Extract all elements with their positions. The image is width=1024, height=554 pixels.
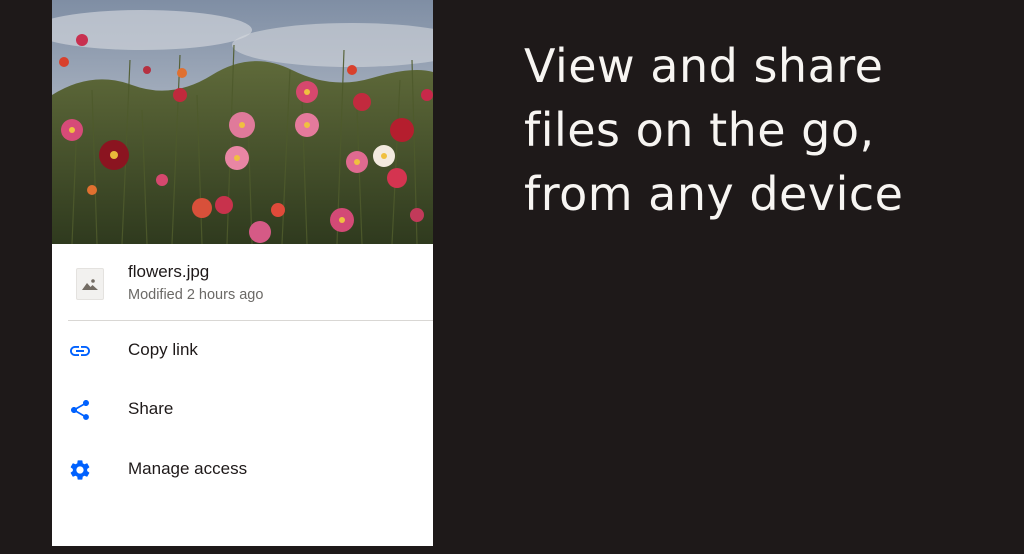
headline-line-2: files on the go, (524, 103, 875, 157)
gear-icon (70, 460, 90, 480)
manage-access-button[interactable]: Manage access (52, 442, 433, 498)
flowers-photo (52, 0, 433, 244)
file-modified: Modified 2 hours ago (128, 287, 264, 303)
share-button[interactable]: Share (52, 382, 433, 438)
file-actions-card: flowers.jpg Modified 2 hours ago Copy li… (52, 0, 433, 546)
file-name: flowers.jpg (128, 262, 210, 281)
divider (68, 320, 433, 321)
link-icon (70, 346, 90, 356)
copy-link-label: Copy link (128, 340, 198, 359)
share-icon (71, 400, 89, 420)
manage-access-label: Manage access (128, 459, 248, 478)
file-info-row: flowers.jpg Modified 2 hours ago (52, 244, 433, 320)
headline: View and share files on the go, from any… (524, 34, 1004, 226)
headline-line-3: from any device (524, 167, 904, 221)
headline-line-1: View and share (524, 39, 884, 93)
copy-link-button[interactable]: Copy link (52, 323, 433, 379)
share-label: Share (128, 399, 174, 418)
image-file-icon (76, 268, 104, 300)
